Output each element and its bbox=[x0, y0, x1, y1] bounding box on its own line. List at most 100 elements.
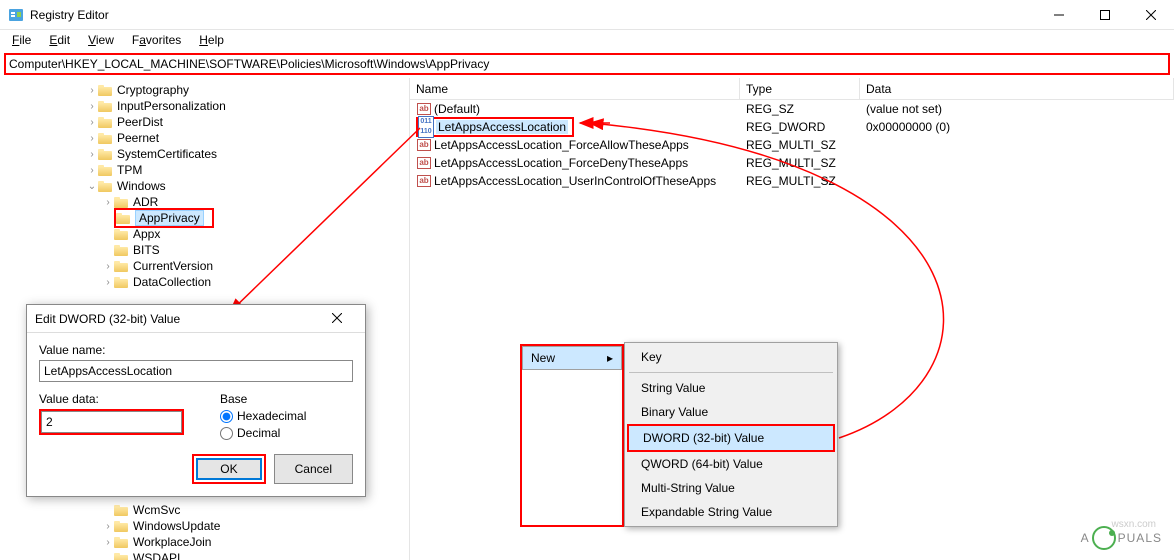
value-type: REG_MULTI_SZ bbox=[740, 138, 860, 152]
list-row[interactable]: abLetAppsAccessLocation_ForceAllowTheseA… bbox=[410, 136, 1174, 154]
ctx-new[interactable]: New ▸ bbox=[523, 347, 621, 369]
tree-item[interactable]: ›TPM bbox=[0, 162, 409, 178]
value-data-input[interactable] bbox=[41, 411, 182, 433]
value-name: LetAppsAccessLocation_UserInControlOfThe… bbox=[434, 174, 716, 188]
menu-view[interactable]: View bbox=[80, 31, 122, 49]
value-type: REG_MULTI_SZ bbox=[740, 174, 860, 188]
chevron-right-icon: ▸ bbox=[607, 351, 613, 365]
list-row[interactable]: abLetAppsAccessLocation_UserInControlOfT… bbox=[410, 172, 1174, 190]
edit-dword-dialog: Edit DWORD (32-bit) Value Value name: Va… bbox=[26, 304, 366, 497]
address-text: Computer\HKEY_LOCAL_MACHINE\SOFTWARE\Pol… bbox=[9, 57, 489, 71]
hex-radio[interactable] bbox=[220, 410, 233, 423]
chevron-icon[interactable]: › bbox=[102, 197, 114, 208]
chevron-icon[interactable]: › bbox=[102, 277, 114, 288]
regedit-icon bbox=[8, 7, 24, 23]
watermark: APUALS bbox=[1081, 526, 1162, 550]
chevron-icon[interactable]: › bbox=[86, 85, 98, 96]
chevron-icon[interactable]: › bbox=[102, 261, 114, 272]
value-data-label: Value data: bbox=[39, 392, 184, 406]
logo-icon bbox=[1092, 526, 1116, 550]
col-data[interactable]: Data bbox=[860, 78, 1174, 99]
folder-icon bbox=[98, 83, 114, 97]
string-value-icon: ab bbox=[416, 173, 432, 189]
folder-icon bbox=[114, 259, 130, 273]
col-name[interactable]: Name bbox=[410, 78, 740, 99]
tree-item[interactable]: BITS bbox=[0, 242, 409, 258]
ctx-item[interactable]: Binary Value bbox=[627, 400, 835, 424]
folder-icon bbox=[114, 275, 130, 289]
chevron-icon[interactable]: › bbox=[86, 117, 98, 128]
tree-item[interactable]: › WorkplaceJoin bbox=[0, 534, 409, 550]
dialog-title-bar[interactable]: Edit DWORD (32-bit) Value bbox=[27, 305, 365, 333]
tree-item[interactable]: › DataCollection bbox=[0, 274, 409, 290]
tree-label: Cryptography bbox=[117, 83, 189, 97]
tree-item[interactable]: Appx bbox=[0, 226, 409, 242]
tree-item[interactable]: ⌄Windows bbox=[0, 178, 409, 194]
tree-item[interactable]: › Cryptography bbox=[0, 82, 409, 98]
menu-file[interactable]: File bbox=[4, 31, 39, 49]
tree-label: CurrentVersion bbox=[133, 259, 213, 273]
tree-item[interactable]: ›InputPersonalization bbox=[0, 98, 409, 114]
value-name-input[interactable] bbox=[39, 360, 353, 382]
chevron-icon[interactable]: › bbox=[86, 149, 98, 160]
chevron-icon[interactable]: ⌄ bbox=[86, 181, 98, 192]
menu-help[interactable]: Help bbox=[191, 31, 232, 49]
folder-icon bbox=[114, 551, 130, 560]
folder-icon bbox=[114, 227, 130, 241]
value-type: REG_MULTI_SZ bbox=[740, 156, 860, 170]
tree-item[interactable]: › SystemCertificates bbox=[0, 146, 409, 162]
col-type[interactable]: Type bbox=[740, 78, 860, 99]
minimize-button[interactable] bbox=[1036, 0, 1082, 30]
value-type: REG_SZ bbox=[740, 102, 860, 116]
ok-button[interactable]: OK bbox=[196, 458, 261, 480]
folder-icon bbox=[98, 131, 114, 145]
ctx-item[interactable]: Expandable String Value bbox=[627, 500, 835, 524]
string-value-icon: ab bbox=[416, 101, 432, 117]
ctx-item[interactable]: Multi-String Value bbox=[627, 476, 835, 500]
list-row[interactable]: 011110LetAppsAccessLocationREG_DWORD0x00… bbox=[410, 118, 1174, 136]
maximize-button[interactable] bbox=[1082, 0, 1128, 30]
tree-item[interactable]: WcmSvc bbox=[0, 502, 409, 518]
tree-item[interactable]: › CurrentVersion bbox=[0, 258, 409, 274]
tree-label: WorkplaceJoin bbox=[133, 535, 211, 549]
folder-icon bbox=[114, 519, 130, 533]
chevron-icon[interactable]: › bbox=[102, 537, 114, 548]
list-row[interactable]: ab(Default)REG_SZ(value not set) bbox=[410, 100, 1174, 118]
ctx-item[interactable]: Key bbox=[627, 345, 835, 369]
tree-item[interactable]: AppPrivacy bbox=[0, 210, 409, 226]
chevron-icon[interactable]: › bbox=[86, 101, 98, 112]
address-bar[interactable]: Computer\HKEY_LOCAL_MACHINE\SOFTWARE\Pol… bbox=[4, 53, 1170, 75]
dec-radio[interactable] bbox=[220, 427, 233, 440]
folder-icon bbox=[114, 503, 130, 517]
ctx-item[interactable]: QWORD (64-bit) Value bbox=[627, 452, 835, 476]
chevron-icon[interactable]: › bbox=[86, 133, 98, 144]
value-name-label: Value name: bbox=[39, 343, 353, 357]
menu-favorites[interactable]: Favorites bbox=[124, 31, 189, 49]
tree-item[interactable]: ›WindowsUpdate bbox=[0, 518, 409, 534]
folder-icon bbox=[98, 115, 114, 129]
ctx-item-dword32[interactable]: DWORD (32-bit) Value bbox=[629, 426, 833, 450]
folder-icon bbox=[98, 179, 114, 193]
folder-icon bbox=[98, 99, 114, 113]
tree-label: SystemCertificates bbox=[117, 147, 217, 161]
tree-label: DataCollection bbox=[133, 275, 211, 289]
list-header: Name Type Data bbox=[410, 78, 1174, 100]
dialog-close-button[interactable] bbox=[317, 312, 357, 326]
tree-label: PeerDist bbox=[117, 115, 163, 129]
window-title: Registry Editor bbox=[30, 8, 1036, 22]
tree-item[interactable]: WSDAPI bbox=[0, 550, 409, 560]
cancel-button[interactable]: Cancel bbox=[274, 454, 353, 484]
list-row[interactable]: abLetAppsAccessLocation_ForceDenyTheseAp… bbox=[410, 154, 1174, 172]
value-name: LetAppsAccessLocation bbox=[436, 120, 568, 134]
ctx-item[interactable]: String Value bbox=[627, 376, 835, 400]
base-group-label: Base bbox=[220, 392, 247, 406]
tree-item[interactable]: › PeerDist bbox=[0, 114, 409, 130]
menu-bar: File Edit View Favorites Help bbox=[0, 30, 1174, 50]
value-name: LetAppsAccessLocation_ForceAllowTheseApp… bbox=[434, 138, 689, 152]
close-button[interactable] bbox=[1128, 0, 1174, 30]
menu-edit[interactable]: Edit bbox=[41, 31, 78, 49]
tree-item[interactable]: ›Peernet bbox=[0, 130, 409, 146]
folder-icon bbox=[98, 147, 114, 161]
chevron-icon[interactable]: › bbox=[102, 521, 114, 532]
chevron-icon[interactable]: › bbox=[86, 165, 98, 176]
